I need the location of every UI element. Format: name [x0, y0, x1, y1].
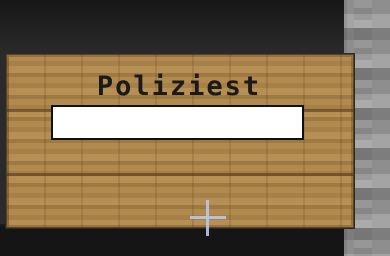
- crosshair-icon: [190, 200, 226, 236]
- crosshair-vertical: [206, 200, 209, 236]
- background-top: [0, 0, 390, 58]
- sign-line-2-input[interactable]: [51, 105, 304, 140]
- sign-line-1[interactable]: Poliziest: [6, 70, 352, 104]
